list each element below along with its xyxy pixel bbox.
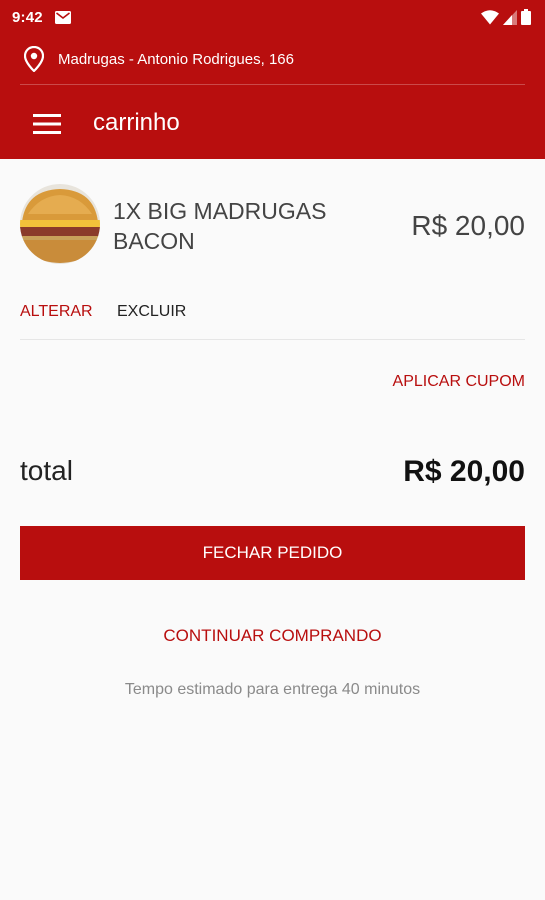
total-label: total — [20, 455, 73, 486]
apply-coupon-button[interactable]: APLICAR CUPOM — [393, 373, 525, 391]
edit-item-button[interactable]: ALTERAR — [20, 303, 93, 321]
status-bar: 9:42 — [0, 0, 545, 34]
app-header: 9:42 Madrugas - Antonio Rodrigues, 166 c… — [0, 0, 545, 159]
continue-shopping-button[interactable]: CONTINUAR COMPRANDO — [0, 626, 545, 646]
app-bar: carrinho — [0, 96, 545, 152]
page-title: carrinho — [93, 109, 180, 136]
location-pin-icon — [24, 46, 44, 72]
status-time: 9:42 — [12, 8, 43, 26]
product-price: R$ 20,00 — [411, 210, 525, 241]
store-location[interactable]: Madrugas - Antonio Rodrigues, 166 — [24, 44, 294, 74]
status-icons — [481, 9, 531, 25]
location-divider — [20, 84, 525, 85]
mail-icon — [54, 10, 71, 24]
menu-icon[interactable] — [33, 112, 61, 136]
battery-icon — [521, 9, 531, 25]
delivery-estimate: Tempo estimado para entrega 40 minutos — [124, 681, 421, 698]
delete-item-button[interactable]: EXCLUIR — [117, 303, 186, 321]
product-image — [20, 184, 100, 264]
location-text: Madrugas - Antonio Rodrigues, 166 — [58, 50, 294, 68]
burger-photo-icon — [20, 184, 100, 264]
item-divider — [20, 339, 525, 340]
checkout-button[interactable]: FECHAR PEDIDO — [20, 526, 525, 580]
signal-icon — [503, 9, 517, 25]
total-value: R$ 20,00 — [403, 455, 525, 488]
product-name: 1x BIG MADRUGAS BACON — [113, 198, 327, 254]
wifi-icon — [481, 9, 499, 24]
